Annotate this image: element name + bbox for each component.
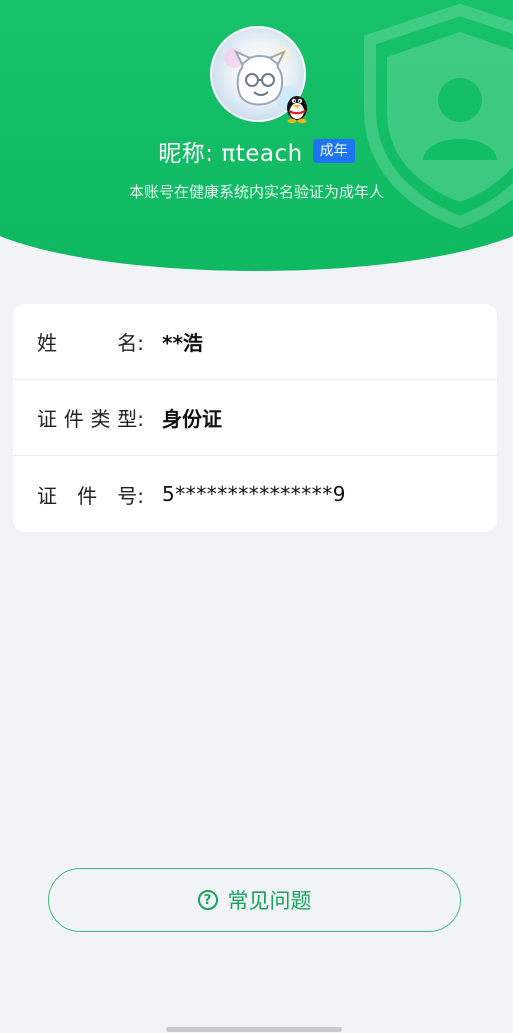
adult-badge: 成年 bbox=[312, 139, 355, 163]
identity-info-card: 姓 名: **浩 证 件 类 型: 身份证 证 件 号: 5**********… bbox=[13, 304, 497, 532]
info-row-label: 证 件 类 型: bbox=[37, 407, 144, 431]
qq-penguin-icon bbox=[287, 96, 307, 124]
verification-note: 本账号在健康系统内实名验证为成年人 bbox=[128, 183, 384, 201]
nickname-row: 昵称: πteach 成年 bbox=[0, 134, 513, 168]
faq-label: 常见问题 bbox=[227, 889, 312, 913]
info-row-id-number: 证 件 号: 5***************9 bbox=[13, 456, 497, 532]
info-row-name: 姓 名: **浩 bbox=[13, 304, 497, 380]
home-indicator[interactable] bbox=[166, 1027, 342, 1032]
help-circle-icon: ? bbox=[197, 890, 218, 910]
faq-button[interactable]: ? 常见问题 bbox=[48, 868, 461, 932]
nickname: 昵称: πteach bbox=[158, 141, 303, 167]
info-row-id-type: 证 件 类 型: 身份证 bbox=[13, 380, 497, 456]
info-row-value: 身份证 bbox=[162, 407, 222, 431]
info-row-label: 姓 名: bbox=[37, 331, 144, 355]
info-row-value: **浩 bbox=[162, 331, 203, 355]
real-name-verification-page: 昵称: πteach 成年 本账号在健康系统内实名验证为成年人 姓 名: **浩… bbox=[0, 0, 513, 1033]
info-row-value: 5***************9 bbox=[162, 482, 346, 506]
info-row-label: 证 件 号: bbox=[37, 483, 144, 508]
